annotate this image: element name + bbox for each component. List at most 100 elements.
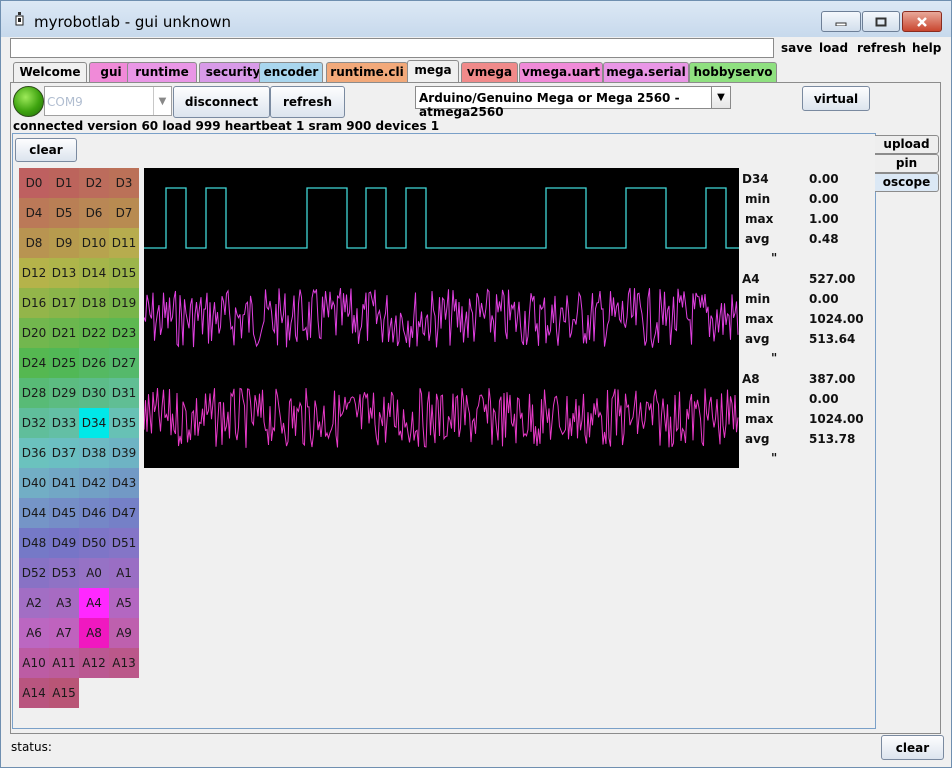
pin-d37[interactable]: D37	[49, 438, 79, 468]
pin-d5[interactable]: D5	[49, 198, 79, 228]
pin-d26[interactable]: D26	[79, 348, 109, 378]
command-input[interactable]	[10, 38, 774, 58]
tab-runtime-cli[interactable]: runtime.cli	[326, 62, 408, 82]
pin-d38[interactable]: D38	[79, 438, 109, 468]
pin-d25[interactable]: D25	[49, 348, 79, 378]
port-select[interactable]: COM9 ▼	[44, 86, 172, 116]
disconnect-button[interactable]: disconnect	[173, 86, 270, 118]
pin-d12[interactable]: D12	[19, 258, 49, 288]
pin-d28[interactable]: D28	[19, 378, 49, 408]
pin-a6[interactable]: A6	[19, 618, 49, 648]
pin-d13[interactable]: D13	[49, 258, 79, 288]
pin-d41[interactable]: D41	[49, 468, 79, 498]
load-link[interactable]: load	[819, 41, 848, 55]
pin-d50[interactable]: D50	[79, 528, 109, 558]
tab-security[interactable]: security	[199, 62, 267, 82]
pin-d0[interactable]: D0	[19, 168, 49, 198]
tab-hobbyservo[interactable]: hobbyservo	[689, 62, 777, 82]
pin-d22[interactable]: D22	[79, 318, 109, 348]
pin-d51[interactable]: D51	[109, 528, 139, 558]
pin-d30[interactable]: D30	[79, 378, 109, 408]
pin-d47[interactable]: D47	[109, 498, 139, 528]
pin-d6[interactable]: D6	[79, 198, 109, 228]
chevron-down-icon[interactable]: ▼	[153, 87, 171, 115]
tab-encoder[interactable]: encoder	[259, 62, 323, 82]
pin-d27[interactable]: D27	[109, 348, 139, 378]
tab-pin[interactable]: pin	[875, 154, 939, 173]
tab-oscope[interactable]: oscope	[875, 173, 939, 192]
pin-a13[interactable]: A13	[109, 648, 139, 678]
pin-d19[interactable]: D19	[109, 288, 139, 318]
tab-welcome[interactable]: Welcome	[13, 62, 87, 82]
pin-d7[interactable]: D7	[109, 198, 139, 228]
pin-d33[interactable]: D33	[49, 408, 79, 438]
maximize-button[interactable]	[862, 11, 900, 32]
pin-a15[interactable]: A15	[49, 678, 79, 708]
pin-d29[interactable]: D29	[49, 378, 79, 408]
virtual-button[interactable]: virtual	[802, 86, 870, 111]
pin-a2[interactable]: A2	[19, 588, 49, 618]
pin-d52[interactable]: D52	[19, 558, 49, 588]
pin-d17[interactable]: D17	[49, 288, 79, 318]
pin-a12[interactable]: A12	[79, 648, 109, 678]
pin-d42[interactable]: D42	[79, 468, 109, 498]
pin-d32[interactable]: D32	[19, 408, 49, 438]
pin-d40[interactable]: D40	[19, 468, 49, 498]
pin-d49[interactable]: D49	[49, 528, 79, 558]
pin-a7[interactable]: A7	[49, 618, 79, 648]
pin-d20[interactable]: D20	[19, 318, 49, 348]
tab-runtime[interactable]: runtime	[127, 62, 197, 82]
board-select[interactable]: Arduino/Genuino Mega or Mega 2560 - atme…	[415, 86, 731, 119]
pin-a5[interactable]: A5	[109, 588, 139, 618]
pin-d23[interactable]: D23	[109, 318, 139, 348]
save-link[interactable]: save	[781, 41, 812, 55]
pin-d31[interactable]: D31	[109, 378, 139, 408]
pin-d2[interactable]: D2	[79, 168, 109, 198]
tab-mega[interactable]: mega	[407, 60, 459, 82]
chevron-down-icon[interactable]: ▼	[711, 87, 730, 108]
pin-d4[interactable]: D4	[19, 198, 49, 228]
refresh-link[interactable]: refresh	[857, 41, 906, 55]
tab-upload[interactable]: upload	[875, 135, 939, 154]
clear-status-button[interactable]: clear	[881, 735, 944, 760]
minimize-button[interactable]	[821, 11, 861, 32]
pin-d39[interactable]: D39	[109, 438, 139, 468]
pin-d15[interactable]: D15	[109, 258, 139, 288]
pin-d9[interactable]: D9	[49, 228, 79, 258]
pin-d46[interactable]: D46	[79, 498, 109, 528]
pin-a1[interactable]: A1	[109, 558, 139, 588]
pin-d53[interactable]: D53	[49, 558, 79, 588]
pin-d14[interactable]: D14	[79, 258, 109, 288]
tab-vmega-uart[interactable]: vmega.uart	[519, 62, 603, 82]
tab-mega-serial[interactable]: mega.serial	[603, 62, 689, 82]
pin-d16[interactable]: D16	[19, 288, 49, 318]
pin-d35[interactable]: D35	[109, 408, 139, 438]
refresh-button[interactable]: refresh	[270, 86, 345, 118]
pin-a8[interactable]: A8	[79, 618, 109, 648]
pin-d8[interactable]: D8	[19, 228, 49, 258]
title-bar[interactable]: myrobotlab - gui unknown	[1, 1, 951, 37]
pin-a9[interactable]: A9	[109, 618, 139, 648]
pin-d11[interactable]: D11	[109, 228, 139, 258]
pin-d3[interactable]: D3	[109, 168, 139, 198]
clear-scope-button[interactable]: clear	[15, 138, 77, 162]
pin-d21[interactable]: D21	[49, 318, 79, 348]
pin-d43[interactable]: D43	[109, 468, 139, 498]
pin-d1[interactable]: D1	[49, 168, 79, 198]
pin-a10[interactable]: A10	[19, 648, 49, 678]
close-button[interactable]	[902, 11, 942, 32]
pin-d10[interactable]: D10	[79, 228, 109, 258]
pin-a14[interactable]: A14	[19, 678, 49, 708]
pin-d45[interactable]: D45	[49, 498, 79, 528]
pin-d24[interactable]: D24	[19, 348, 49, 378]
pin-d44[interactable]: D44	[19, 498, 49, 528]
pin-a3[interactable]: A3	[49, 588, 79, 618]
pin-a0[interactable]: A0	[79, 558, 109, 588]
pin-d48[interactable]: D48	[19, 528, 49, 558]
pin-a4[interactable]: A4	[79, 588, 109, 618]
pin-d18[interactable]: D18	[79, 288, 109, 318]
pin-a11[interactable]: A11	[49, 648, 79, 678]
pin-d36[interactable]: D36	[19, 438, 49, 468]
help-link[interactable]: help	[912, 41, 941, 55]
pin-d34[interactable]: D34	[79, 408, 109, 438]
